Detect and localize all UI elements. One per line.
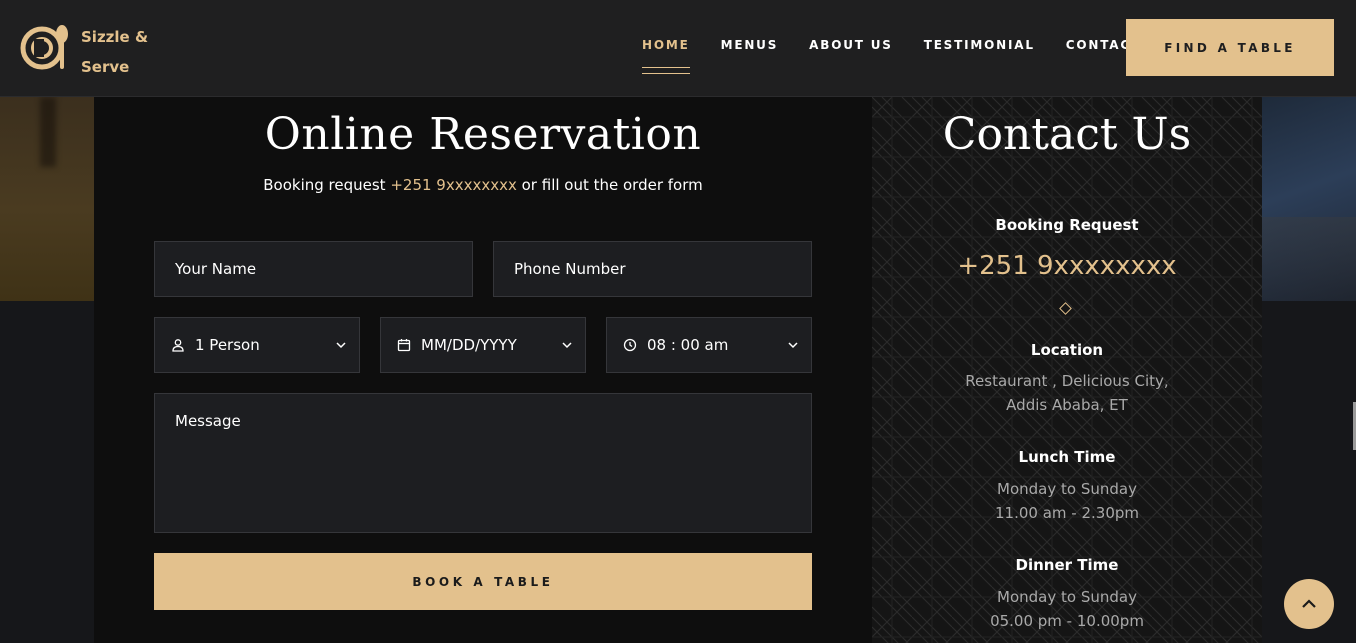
chevron-down-icon	[788, 342, 798, 349]
location-line-2: Addis Ababa, ET	[1006, 396, 1128, 414]
find-a-table-button[interactable]: FIND A TABLE	[1126, 19, 1334, 76]
clock-icon	[623, 338, 637, 352]
brand-logo[interactable]: Sizzle & Serve	[20, 22, 160, 77]
brand-name-line2: Serve	[81, 58, 130, 76]
persons-select[interactable]: 1 Person	[154, 317, 360, 373]
name-input[interactable]: Your Name	[154, 241, 473, 297]
chevron-down-icon	[336, 342, 346, 349]
message-textarea[interactable]: Message	[154, 393, 812, 533]
subtitle-prefix: Booking request	[263, 176, 391, 194]
persons-value: 1 Person	[195, 336, 260, 354]
phone-input-placeholder: Phone Number	[514, 260, 626, 278]
date-select[interactable]: MM/DD/YYYY	[380, 317, 586, 373]
reservation-subtitle: Booking request +251 9xxxxxxxx or fill o…	[94, 176, 872, 194]
booking-request-label: Booking Request	[995, 216, 1139, 234]
location-label: Location	[1030, 341, 1104, 359]
dinner-time-label: Dinner Time	[1015, 556, 1119, 574]
date-value: MM/DD/YYYY	[421, 336, 517, 354]
brand-name: Sizzle & Serve	[81, 22, 148, 82]
time-select[interactable]: 08 : 00 am	[606, 317, 812, 373]
calendar-icon	[397, 338, 411, 352]
chevron-up-icon	[1302, 599, 1316, 608]
main-nav: HOME MENUS ABOUT US TESTIMONIAL CONTACT	[642, 38, 1172, 74]
nav-item-home[interactable]: HOME	[642, 38, 690, 74]
contact-title: Contact Us	[942, 109, 1192, 160]
lunch-time-label: Lunch Time	[1018, 448, 1116, 466]
lunch-days: Monday to Sunday	[997, 480, 1137, 498]
book-a-table-button[interactable]: BOOK A TABLE	[154, 553, 812, 610]
brand-name-line1: Sizzle &	[81, 28, 149, 46]
message-placeholder: Message	[175, 412, 241, 430]
lunch-hours: 11.00 am - 2.30pm	[995, 504, 1139, 522]
phone-input[interactable]: Phone Number	[493, 241, 812, 297]
reservation-title: Online Reservation	[264, 109, 702, 160]
user-icon	[171, 338, 185, 352]
dinner-days: Monday to Sunday	[997, 588, 1137, 606]
site-header: Sizzle & Serve HOME MENUS ABOUT US TESTI…	[0, 0, 1356, 97]
location-line-1: Restaurant , Delicious City,	[965, 372, 1169, 390]
nav-item-testimonial[interactable]: TESTIMONIAL	[924, 38, 1035, 52]
name-input-placeholder: Your Name	[175, 260, 257, 278]
scroll-to-top-button[interactable]	[1284, 579, 1334, 629]
booking-phone-number[interactable]: +251 9xxxxxxxx	[872, 251, 1262, 281]
dinner-hours: 05.00 pm - 10.00pm	[990, 612, 1144, 630]
nav-item-menus[interactable]: MENUS	[721, 38, 779, 52]
background-photo-left	[0, 97, 96, 301]
nav-item-about-us[interactable]: ABOUT US	[809, 38, 893, 52]
reservation-panel: Online Reservation Booking request +251 …	[94, 97, 872, 643]
time-value: 08 : 00 am	[647, 336, 729, 354]
background-photo-right	[1262, 97, 1356, 301]
contact-panel: Contact Us Booking Request +251 9xxxxxxx…	[872, 97, 1262, 643]
contact-content: Contact Us Booking Request +251 9xxxxxxx…	[872, 97, 1262, 643]
diamond-divider-icon	[1059, 302, 1072, 315]
plate-spoon-logo-icon	[20, 25, 68, 70]
booking-phone-link[interactable]: +251 9xxxxxxxx	[390, 176, 517, 194]
chevron-down-icon	[562, 342, 572, 349]
subtitle-suffix: or fill out the order form	[516, 176, 703, 194]
